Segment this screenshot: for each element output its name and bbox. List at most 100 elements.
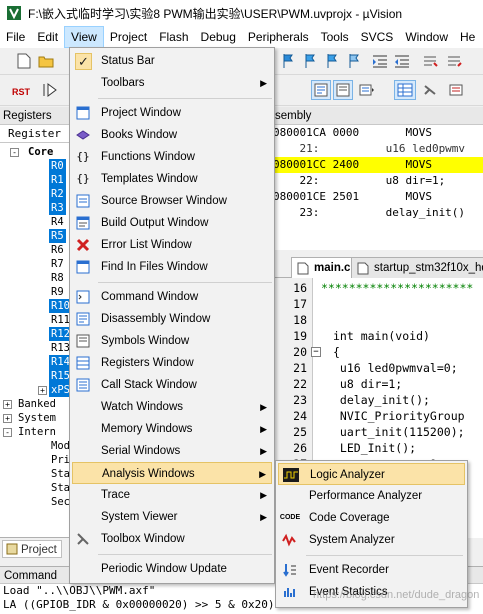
submenu-arrow-icon: ▶ bbox=[259, 469, 266, 479]
call-stack-icon[interactable] bbox=[357, 80, 377, 100]
menu-item-analysis-windows[interactable]: Analysis Windows ▶ bbox=[72, 462, 272, 484]
menu-item-label: Toolbars bbox=[101, 77, 145, 89]
expand-icon[interactable]: + bbox=[3, 400, 12, 409]
check-icon: ✓ bbox=[75, 53, 92, 70]
disassembly-line[interactable]: 21: u16 led0pwmv bbox=[273, 141, 483, 157]
menu-svcs[interactable]: SVCS bbox=[355, 26, 400, 48]
menu-item-error-list-window[interactable]: Error List Window bbox=[72, 234, 272, 256]
menu-item-status-bar[interactable]: ✓ Status Bar bbox=[72, 50, 272, 72]
menu-item-books-window[interactable]: Books Window bbox=[72, 124, 272, 146]
unindent-icon[interactable] bbox=[392, 51, 412, 71]
menu-item-logic-analyzer[interactable]: Logic Analyzer bbox=[278, 463, 465, 485]
system-analyzer-icon bbox=[282, 532, 298, 548]
menu-item-system-viewer[interactable]: System Viewer ▶ bbox=[72, 506, 272, 528]
menu-item-label: Memory Windows bbox=[101, 423, 193, 435]
toolbox-icon[interactable] bbox=[420, 80, 440, 100]
code-line: 25 uart_init(115200); bbox=[273, 424, 483, 440]
menu-item-code-coverage[interactable]: CODE Code Coverage bbox=[278, 507, 465, 529]
bookmark-prev-icon[interactable] bbox=[300, 51, 320, 71]
menu-item-toolbars[interactable]: Toolbars ▶ bbox=[72, 72, 272, 94]
settings-icon[interactable] bbox=[446, 80, 466, 100]
menu-edit[interactable]: Edit bbox=[31, 26, 64, 48]
disassembly-line[interactable]: 23: delay_init() bbox=[273, 205, 483, 221]
menu-peripherals[interactable]: Peripherals bbox=[242, 26, 315, 48]
new-file-icon[interactable] bbox=[14, 51, 34, 71]
code-text: LED_Init(); bbox=[333, 441, 417, 455]
submenu-arrow-icon: ▶ bbox=[260, 446, 267, 456]
menu-item-source-browser-window[interactable]: Source Browser Window bbox=[72, 190, 272, 212]
uncomment-icon[interactable] bbox=[444, 51, 464, 71]
menu-item-label: Symbols Window bbox=[101, 335, 190, 347]
line-number: 21 bbox=[293, 361, 307, 375]
menu-flash[interactable]: Flash bbox=[153, 26, 194, 48]
fold-collapse-icon[interactable]: − bbox=[311, 347, 321, 357]
call-stack-icon bbox=[75, 377, 91, 393]
memory-view-icon[interactable] bbox=[394, 80, 416, 100]
menu-item-system-analyzer[interactable]: System Analyzer bbox=[278, 529, 465, 551]
collapse-icon[interactable]: - bbox=[10, 148, 19, 157]
line-number: 16 bbox=[293, 281, 307, 295]
menu-item-call-stack-window[interactable]: Call Stack Window bbox=[72, 374, 272, 396]
disassembly-line[interactable]: 080001CE 2501 MOVS bbox=[273, 189, 483, 205]
menu-item-watch-windows[interactable]: Watch Windows ▶ bbox=[72, 396, 272, 418]
menu-item-label: Functions Window bbox=[101, 151, 195, 163]
menu-window[interactable]: Window bbox=[399, 26, 454, 48]
menu-file[interactable]: File bbox=[0, 26, 31, 48]
menu-item-registers-window[interactable]: Registers Window bbox=[72, 352, 272, 374]
disassembly-current-line[interactable]: 080001CC 2400 MOVS bbox=[273, 157, 483, 173]
menu-item-event-recorder[interactable]: Event Recorder bbox=[278, 559, 465, 581]
disassembly-view-icon[interactable] bbox=[311, 80, 331, 100]
menu-item-build-output-window[interactable]: Build Output Window bbox=[72, 212, 272, 234]
menu-debug[interactable]: Debug bbox=[195, 26, 242, 48]
symbols-view-icon[interactable] bbox=[333, 80, 353, 100]
menu-item-label: Find In Files Window bbox=[101, 261, 208, 273]
menu-tools[interactable]: Tools bbox=[315, 26, 355, 48]
open-folder-icon[interactable] bbox=[36, 51, 56, 71]
menu-item-serial-windows[interactable]: Serial Windows ▶ bbox=[72, 440, 272, 462]
toolbox-icon bbox=[75, 531, 91, 547]
bookmark-icon[interactable] bbox=[278, 51, 298, 71]
menu-item-command-window[interactable]: Command Window bbox=[72, 286, 272, 308]
code-text: uart_init(115200); bbox=[333, 425, 465, 439]
menu-item-symbols-window[interactable]: Symbols Window bbox=[72, 330, 272, 352]
code-text: ********************** bbox=[321, 281, 474, 295]
run-icon[interactable] bbox=[40, 80, 60, 100]
c-file-icon bbox=[297, 262, 309, 275]
menu-item-functions-window[interactable]: {} Functions Window bbox=[72, 146, 272, 168]
menu-item-project-window[interactable]: Project Window bbox=[72, 102, 272, 124]
menu-separator bbox=[98, 98, 272, 99]
line-number: 24 bbox=[293, 409, 307, 423]
disassembly-line[interactable]: 080001CA 0000 MOVS bbox=[273, 125, 483, 141]
menu-item-label: System Analyzer bbox=[309, 534, 395, 546]
bookmark-clear-icon[interactable] bbox=[344, 51, 364, 71]
indent-icon[interactable] bbox=[370, 51, 390, 71]
bookmark-next-icon[interactable] bbox=[322, 51, 342, 71]
comment-icon[interactable] bbox=[420, 51, 440, 71]
expand-icon[interactable]: + bbox=[3, 414, 12, 423]
expand-icon[interactable]: + bbox=[38, 386, 47, 395]
collapse-icon[interactable]: - bbox=[3, 428, 12, 437]
reset-cpu-icon[interactable]: RST bbox=[10, 80, 34, 102]
menu-separator bbox=[306, 555, 463, 556]
menu-project[interactable]: Project bbox=[104, 26, 153, 48]
group-label: System bbox=[18, 412, 56, 424]
tab-main-c[interactable]: main.c bbox=[291, 257, 360, 278]
menu-item-disassembly-window[interactable]: Disassembly Window bbox=[72, 308, 272, 330]
disassembly-text: 080001CA 0000 MOVS bbox=[273, 126, 432, 139]
menu-item-toolbox-window[interactable]: Toolbox Window bbox=[72, 528, 272, 550]
menu-help[interactable]: He bbox=[454, 26, 481, 48]
code-line: 17 bbox=[273, 296, 483, 312]
menu-item-memory-windows[interactable]: Memory Windows ▶ bbox=[72, 418, 272, 440]
menu-item-trace[interactable]: Trace ▶ bbox=[72, 484, 272, 506]
disassembly-line[interactable]: 22: u8 dir=1; bbox=[273, 173, 483, 189]
menu-item-periodic-window-update[interactable]: Periodic Window Update bbox=[72, 558, 272, 580]
menu-item-performance-analyzer[interactable]: Performance Analyzer bbox=[278, 485, 465, 507]
tab-label: main.c bbox=[314, 262, 351, 274]
project-tab[interactable]: Project bbox=[2, 540, 62, 558]
menu-item-find-in-files-window[interactable]: Find In Files Window bbox=[72, 256, 272, 278]
menu-item-templates-window[interactable]: {} Templates Window bbox=[72, 168, 272, 190]
code-text: NVIC_PriorityGroup bbox=[333, 409, 465, 423]
menu-view[interactable]: View bbox=[64, 26, 104, 48]
tab-startup-file[interactable]: startup_stm32f10x_hd bbox=[351, 257, 483, 278]
books-icon bbox=[75, 127, 91, 143]
